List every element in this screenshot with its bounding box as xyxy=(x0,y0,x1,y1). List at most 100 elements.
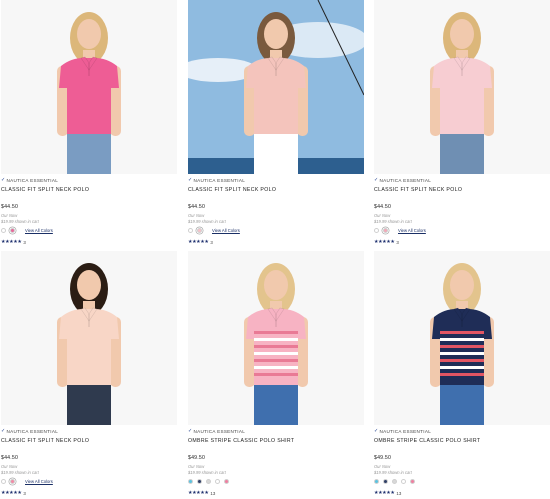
color-swatch[interactable] xyxy=(206,479,211,484)
product-name-link[interactable]: CLASSIC FIT SPLIT NECK POLO xyxy=(1,438,177,444)
brand-label: ✓ NAUTICA ESSENTIAL xyxy=(1,429,177,435)
color-swatches: View All Colors xyxy=(374,227,550,234)
star-rating-icons: ★★★★★ xyxy=(374,489,395,496)
brand-text: NAUTICA ESSENTIAL xyxy=(193,178,246,183)
face-shape xyxy=(450,270,474,300)
pants-shape xyxy=(254,128,298,174)
cart-price-note: $19.99 shown in cart xyxy=(1,470,39,475)
product-price: $49.50 xyxy=(188,455,206,461)
cart-price-note: $19.99 shown in cart xyxy=(188,470,226,475)
cart-price-note: $19.99 shown in cart xyxy=(374,219,412,224)
shirt-stripe xyxy=(254,338,298,341)
product-card[interactable]: ✓ NAUTICA ESSENTIAL CLASSIC FIT SPLIT NEC… xyxy=(1,0,177,250)
view-all-colors-link[interactable]: View All Colors xyxy=(212,228,240,233)
brand-text: NAUTICA ESSENTIAL xyxy=(6,429,59,434)
cart-price-note: $19.99 shown in cart xyxy=(1,219,39,224)
color-swatch[interactable] xyxy=(383,228,388,233)
color-swatches: View All Colors xyxy=(188,227,364,234)
color-swatch[interactable] xyxy=(374,479,379,484)
face-shape xyxy=(264,270,288,300)
product-rating[interactable]: ★★★★★ 13 xyxy=(374,490,550,496)
color-swatch[interactable] xyxy=(215,479,220,484)
product-card[interactable]: ✓ NAUTICA ESSENTIAL CLASSIC FIT SPLIT NEC… xyxy=(374,0,550,250)
review-count: 3 xyxy=(23,239,26,245)
our-now-label: Our Now xyxy=(1,464,18,469)
product-price: $44.50 xyxy=(1,204,19,210)
review-count: 13 xyxy=(396,490,402,496)
product-rating[interactable]: ★★★★★ 3 xyxy=(188,239,364,245)
brand-text: NAUTICA ESSENTIAL xyxy=(6,178,59,183)
brand-label: ✓ NAUTICA ESSENTIAL xyxy=(374,178,550,184)
product-card[interactable]: ✓ NAUTICA ESSENTIAL OMBRE STRIPE CLASSIC … xyxy=(374,251,550,499)
color-swatch[interactable] xyxy=(188,479,193,484)
product-image[interactable] xyxy=(374,0,550,174)
view-all-colors-link[interactable]: View All Colors xyxy=(25,228,53,233)
checkmark-icon: ✓ xyxy=(188,428,193,434)
view-all-colors-link[interactable]: View All Colors xyxy=(398,228,426,233)
product-image[interactable] xyxy=(1,251,177,425)
shirt-stripe xyxy=(254,352,298,355)
product-image[interactable] xyxy=(1,0,177,174)
color-swatch[interactable] xyxy=(410,479,415,484)
our-now-label: Our Now xyxy=(188,464,205,469)
review-count: 3 xyxy=(396,239,399,245)
review-count: 13 xyxy=(210,490,216,496)
product-grid: ✓ NAUTICA ESSENTIAL CLASSIC FIT SPLIT NEC… xyxy=(0,0,550,499)
color-swatch[interactable] xyxy=(188,228,193,233)
product-card[interactable]: ✓ NAUTICA ESSENTIAL CLASSIC FIT SPLIT NEC… xyxy=(188,0,364,250)
face-shape xyxy=(77,270,101,300)
product-image[interactable] xyxy=(188,0,364,174)
product-rating[interactable]: ★★★★★ 13 xyxy=(188,490,364,496)
color-swatches: View All Colors xyxy=(1,227,177,234)
cart-price-note: $19.99 shown in cart xyxy=(374,470,412,475)
product-image[interactable] xyxy=(374,251,550,425)
review-count: 3 xyxy=(210,239,213,245)
shirt-stripe xyxy=(254,366,298,369)
star-rating-icons: ★★★★★ xyxy=(1,238,22,245)
product-name-link[interactable]: CLASSIC FIT SPLIT NECK POLO xyxy=(1,187,177,193)
product-rating[interactable]: ★★★★★ 3 xyxy=(374,239,550,245)
product-price: $49.50 xyxy=(374,455,392,461)
product-image[interactable] xyxy=(188,251,364,425)
color-swatch[interactable] xyxy=(401,479,406,484)
product-rating[interactable]: ★★★★★ 3 xyxy=(1,239,177,245)
shirt-stripe xyxy=(440,331,484,334)
color-swatches xyxy=(374,478,550,485)
checkmark-icon: ✓ xyxy=(188,177,193,183)
color-swatch[interactable] xyxy=(10,479,15,484)
color-swatch[interactable] xyxy=(224,479,229,484)
product-rating[interactable]: ★★★★★ 3 xyxy=(1,490,177,496)
review-count: 3 xyxy=(23,490,26,496)
view-all-colors-link[interactable]: View All Colors xyxy=(25,479,53,484)
shirt-stripe xyxy=(440,359,484,362)
product-name-link[interactable]: CLASSIC FIT SPLIT NECK POLO xyxy=(374,187,550,193)
pants-shape xyxy=(440,128,484,174)
product-price: $44.50 xyxy=(1,455,19,461)
color-swatch[interactable] xyxy=(392,479,397,484)
product-name-link[interactable]: OMBRE STRIPE CLASSIC POLO SHIRT xyxy=(374,438,550,444)
color-swatch[interactable] xyxy=(374,228,379,233)
color-swatch[interactable] xyxy=(10,228,15,233)
product-card[interactable]: ✓ NAUTICA ESSENTIAL CLASSIC FIT SPLIT NEC… xyxy=(1,251,177,499)
color-swatch[interactable] xyxy=(1,228,6,233)
star-rating-icons: ★★★★★ xyxy=(188,238,209,245)
shirt-stripe xyxy=(440,345,484,348)
product-card[interactable]: ✓ NAUTICA ESSENTIAL OMBRE STRIPE CLASSIC … xyxy=(188,251,364,499)
shirt-stripe xyxy=(440,352,484,355)
color-swatch[interactable] xyxy=(383,479,388,484)
face-shape xyxy=(77,19,101,49)
shirt-stripe xyxy=(440,366,484,369)
product-name-link[interactable]: CLASSIC FIT SPLIT NECK POLO xyxy=(188,187,364,193)
face-shape xyxy=(264,19,288,49)
color-swatch[interactable] xyxy=(1,479,6,484)
pants-shape xyxy=(67,379,111,425)
pants-shape xyxy=(67,128,111,174)
brand-label: ✓ NAUTICA ESSENTIAL xyxy=(188,428,364,435)
color-swatch[interactable] xyxy=(197,228,202,233)
shirt-stripe xyxy=(254,345,298,348)
color-swatch[interactable] xyxy=(197,479,202,484)
shirt-stripe xyxy=(254,331,298,334)
shirt-stripe xyxy=(254,359,298,362)
product-price: $44.50 xyxy=(188,204,206,210)
product-name-link[interactable]: OMBRE STRIPE CLASSIC POLO SHIRT xyxy=(188,438,364,444)
